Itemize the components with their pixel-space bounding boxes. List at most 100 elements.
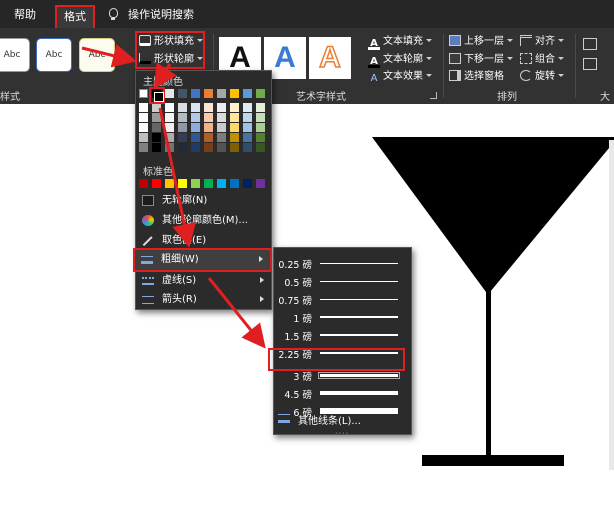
theme-color-shade-swatch[interactable] [217, 143, 226, 152]
selection-pane-button[interactable]: 选择窗格 [449, 68, 504, 85]
theme-color-swatch[interactable] [243, 89, 252, 98]
standard-color-swatch[interactable] [152, 179, 161, 188]
weight-option[interactable]: 0.25 磅 [273, 254, 412, 272]
theme-color-shade-swatch[interactable] [165, 143, 174, 152]
size-icon[interactable] [583, 58, 597, 70]
theme-color-shade-swatch[interactable] [217, 133, 226, 142]
theme-color-shade-swatch[interactable] [139, 123, 148, 132]
align-button[interactable]: 对齐 [520, 33, 564, 50]
theme-color-swatch[interactable] [230, 89, 239, 98]
theme-color-shade-swatch[interactable] [243, 133, 252, 142]
weight-item[interactable]: 粗细(W) [133, 248, 272, 272]
weight-option[interactable]: 0.5 磅 [273, 272, 412, 290]
arrows-item[interactable]: 箭头(R) [136, 290, 271, 309]
theme-color-swatch[interactable] [256, 89, 265, 98]
more-outline-colors-item[interactable]: 其他轮廓颜色(M)... [136, 211, 271, 230]
group-button[interactable]: 组合 [520, 51, 564, 68]
text-effects-button[interactable]: A 文本效果 [368, 68, 432, 85]
selected-swatch-black[interactable] [149, 87, 165, 104]
standard-color-swatch[interactable] [178, 179, 187, 188]
weight-option[interactable]: 1 磅 [273, 308, 412, 326]
theme-color-shade-swatch[interactable] [152, 133, 161, 142]
more-lines-item[interactable]: 其他线条(L)... [298, 412, 361, 427]
theme-color-shade-swatch[interactable] [204, 143, 213, 152]
theme-color-shade-swatch[interactable] [230, 123, 239, 132]
theme-color-shade-swatch[interactable] [256, 123, 265, 132]
theme-color-shade-swatch[interactable] [139, 103, 148, 112]
theme-color-shade-swatch[interactable] [191, 103, 200, 112]
theme-color-shade-swatch[interactable] [152, 143, 161, 152]
theme-color-shade-swatch[interactable] [204, 123, 213, 132]
tell-me-search[interactable]: 操作说明搜索 [128, 6, 194, 22]
text-fill-button[interactable]: A 文本填充 [368, 33, 432, 50]
theme-color-shade-swatch[interactable] [191, 143, 200, 152]
send-backward-button[interactable]: 下移一层 [449, 51, 513, 68]
shape-outline-button[interactable]: 形状轮廓 [139, 51, 203, 68]
standard-color-swatch[interactable] [139, 179, 148, 188]
theme-color-shade-swatch[interactable] [165, 123, 174, 132]
theme-color-shade-swatch[interactable] [139, 133, 148, 142]
theme-color-swatch[interactable] [139, 89, 148, 98]
shape-style-tile-2[interactable]: Abc [36, 38, 72, 72]
theme-color-swatch[interactable] [204, 89, 213, 98]
theme-color-shade-swatch[interactable] [243, 143, 252, 152]
standard-color-swatch[interactable] [217, 179, 226, 188]
standard-color-swatch[interactable] [191, 179, 200, 188]
wordart-style-orange-outline[interactable]: A [309, 37, 351, 79]
theme-color-shade-swatch[interactable] [256, 113, 265, 122]
theme-color-shade-swatch[interactable] [217, 123, 226, 132]
theme-color-shade-swatch[interactable] [256, 103, 265, 112]
theme-color-shade-swatch[interactable] [139, 143, 148, 152]
standard-color-swatch[interactable] [256, 179, 265, 188]
weight-option[interactable]: 0.75 磅 [273, 290, 412, 308]
standard-color-swatch[interactable] [230, 179, 239, 188]
bring-forward-button[interactable]: 上移一层 [449, 33, 513, 50]
theme-color-shade-swatch[interactable] [230, 103, 239, 112]
shape-style-tile-3[interactable]: Abc [79, 38, 115, 72]
theme-color-shade-swatch[interactable] [230, 113, 239, 122]
weight-option[interactable]: 1.5 磅 [273, 326, 412, 344]
theme-color-shade-swatch[interactable] [256, 143, 265, 152]
theme-color-shade-swatch[interactable] [230, 133, 239, 142]
theme-color-shade-swatch[interactable] [243, 103, 252, 112]
theme-color-swatch[interactable] [165, 89, 174, 98]
theme-color-shade-swatch[interactable] [191, 123, 200, 132]
no-outline-item[interactable]: 无轮廓(N) [136, 191, 271, 210]
theme-color-shade-swatch[interactable] [152, 113, 161, 122]
theme-color-swatch[interactable] [191, 89, 200, 98]
theme-color-shade-swatch[interactable] [204, 103, 213, 112]
theme-color-shade-swatch[interactable] [178, 133, 187, 142]
theme-color-shade-swatch[interactable] [191, 113, 200, 122]
theme-color-shade-swatch[interactable] [217, 113, 226, 122]
theme-color-shade-swatch[interactable] [152, 103, 161, 112]
theme-color-shade-swatch[interactable] [178, 103, 187, 112]
theme-color-shade-swatch[interactable] [243, 123, 252, 132]
theme-color-shade-swatch[interactable] [191, 133, 200, 142]
text-outline-button[interactable]: A 文本轮廓 [368, 51, 432, 68]
standard-color-swatch[interactable] [243, 179, 252, 188]
theme-color-swatch[interactable] [217, 89, 226, 98]
theme-color-shade-swatch[interactable] [178, 113, 187, 122]
theme-color-shade-swatch[interactable] [204, 113, 213, 122]
theme-color-shade-swatch[interactable] [178, 123, 187, 132]
standard-color-swatch[interactable] [165, 179, 174, 188]
dashes-item[interactable]: 虚线(S) [136, 271, 271, 290]
theme-color-shade-swatch[interactable] [217, 103, 226, 112]
theme-color-shade-swatch[interactable] [165, 133, 174, 142]
rotate-button[interactable]: 旋转 [520, 68, 564, 85]
standard-color-swatch[interactable] [204, 179, 213, 188]
theme-color-shade-swatch[interactable] [139, 113, 148, 122]
theme-color-swatch[interactable] [178, 89, 187, 98]
weight-option[interactable]: 4.5 磅 [273, 384, 412, 402]
theme-color-shade-swatch[interactable] [230, 143, 239, 152]
size-icon[interactable] [583, 38, 597, 50]
tab-help[interactable]: 帮助 [14, 6, 36, 22]
theme-color-shade-swatch[interactable] [243, 113, 252, 122]
theme-color-shade-swatch[interactable] [204, 133, 213, 142]
shape-fill-button[interactable]: 形状填充 [139, 33, 203, 50]
theme-color-shade-swatch[interactable] [152, 123, 161, 132]
theme-color-shade-swatch[interactable] [256, 133, 265, 142]
shape-style-tile-1[interactable]: Abc [0, 38, 30, 72]
theme-color-shade-swatch[interactable] [165, 113, 174, 122]
theme-color-shade-swatch[interactable] [178, 143, 187, 152]
